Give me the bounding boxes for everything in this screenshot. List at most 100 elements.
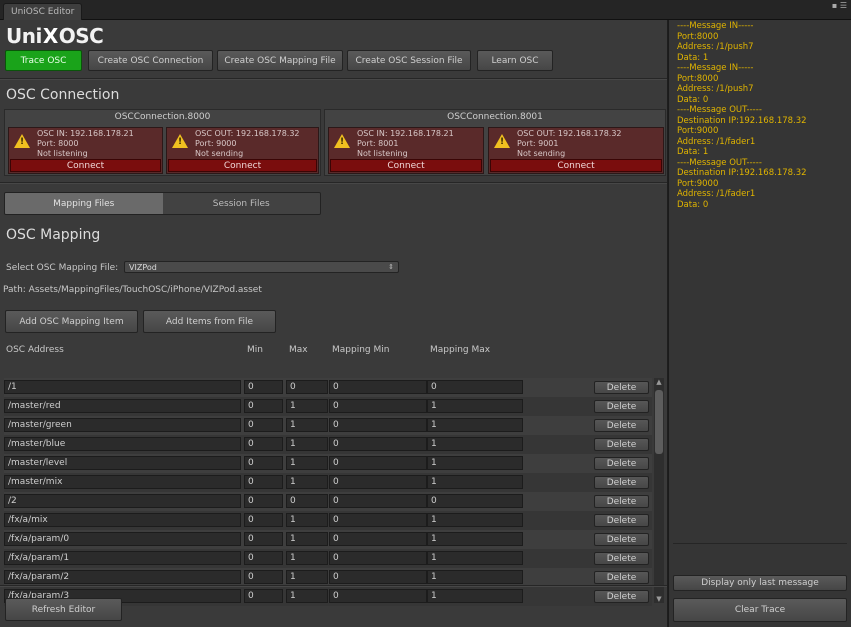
osc-address-field[interactable]: /master/mix bbox=[4, 475, 241, 489]
delete-button[interactable]: Delete bbox=[594, 438, 649, 451]
trace-osc-button[interactable]: Trace OSC bbox=[5, 50, 82, 71]
osc-address-field[interactable]: /2 bbox=[4, 494, 241, 508]
scrollbar-thumb[interactable] bbox=[655, 390, 663, 454]
mapping-min-field[interactable]: 0 bbox=[329, 475, 427, 489]
delete-button[interactable]: Delete bbox=[594, 552, 649, 565]
delete-button[interactable]: Delete bbox=[594, 514, 649, 527]
min-field[interactable]: 0 bbox=[244, 570, 283, 584]
window-menu-icon[interactable]: ▪ ☰ bbox=[832, 2, 847, 10]
table-scrollbar[interactable]: ▲ ▼ bbox=[654, 378, 664, 603]
window-tab[interactable]: UniOSC Editor bbox=[3, 3, 83, 20]
max-field[interactable]: 1 bbox=[286, 570, 328, 584]
osc-address-field[interactable]: /fx/a/param/1 bbox=[4, 551, 241, 565]
mapping-max-field[interactable]: 1 bbox=[427, 513, 523, 527]
min-field[interactable]: 0 bbox=[244, 456, 283, 470]
mapping-max-field[interactable]: 1 bbox=[427, 570, 523, 584]
min-field[interactable]: 0 bbox=[244, 532, 283, 546]
max-field[interactable]: 1 bbox=[286, 456, 328, 470]
mapping-min-field[interactable]: 0 bbox=[329, 494, 427, 508]
connect-button[interactable]: Connect bbox=[330, 159, 482, 172]
display-last-message-button[interactable]: Display only last message bbox=[673, 575, 847, 591]
delete-button[interactable]: Delete bbox=[594, 495, 649, 508]
mapping-min-field[interactable]: 0 bbox=[329, 456, 427, 470]
mapping-max-field[interactable]: 1 bbox=[427, 475, 523, 489]
osc-address-field[interactable]: /master/green bbox=[4, 418, 241, 432]
create-session-file-button[interactable]: Create OSC Session File bbox=[347, 50, 471, 71]
max-field[interactable]: 1 bbox=[286, 513, 328, 527]
table-row: /fx/a/param/1 0 1 0 1 Delete bbox=[4, 549, 652, 568]
learn-osc-button[interactable]: Learn OSC bbox=[477, 50, 553, 71]
connect-button[interactable]: Connect bbox=[490, 159, 662, 172]
create-mapping-file-button[interactable]: Create OSC Mapping File bbox=[217, 50, 343, 71]
scroll-down-icon[interactable]: ▼ bbox=[655, 595, 663, 603]
mapping-min-field[interactable]: 0 bbox=[329, 513, 427, 527]
mapping-file-dropdown[interactable]: VIZPod ⇕ bbox=[124, 261, 399, 273]
min-field[interactable]: 0 bbox=[244, 380, 283, 394]
table-row: /master/green 0 1 0 1 Delete bbox=[4, 416, 652, 435]
tab-session-files[interactable]: Session Files bbox=[162, 193, 320, 214]
min-field[interactable]: 0 bbox=[244, 513, 283, 527]
delete-button[interactable]: Delete bbox=[594, 381, 649, 394]
delete-button[interactable]: Delete bbox=[594, 476, 649, 489]
add-items-from-file-button[interactable]: Add Items from File bbox=[143, 310, 276, 333]
osc-address-field[interactable]: /fx/a/param/0 bbox=[4, 532, 241, 546]
mapping-max-field[interactable]: 1 bbox=[427, 589, 523, 603]
max-field[interactable]: 1 bbox=[286, 475, 328, 489]
mapping-max-field[interactable]: 1 bbox=[427, 456, 523, 470]
min-field[interactable]: 0 bbox=[244, 399, 283, 413]
min-field[interactable]: 0 bbox=[244, 437, 283, 451]
mapping-max-field[interactable]: 1 bbox=[427, 532, 523, 546]
max-field[interactable]: 1 bbox=[286, 589, 328, 603]
mapping-min-field[interactable]: 0 bbox=[329, 418, 427, 432]
mapping-min-field[interactable]: 0 bbox=[329, 437, 427, 451]
max-field[interactable]: 1 bbox=[286, 418, 328, 432]
mapping-max-field[interactable]: 0 bbox=[427, 494, 523, 508]
connect-button[interactable]: Connect bbox=[168, 159, 317, 172]
mapping-min-field[interactable]: 0 bbox=[329, 551, 427, 565]
osc-address-field[interactable]: /master/blue bbox=[4, 437, 241, 451]
mapping-max-field[interactable]: 0 bbox=[427, 380, 523, 394]
mapping-max-field[interactable]: 1 bbox=[427, 551, 523, 565]
osc-address-field[interactable]: /1 bbox=[4, 380, 241, 394]
max-field[interactable]: 0 bbox=[286, 380, 328, 394]
mapping-min-field[interactable]: 0 bbox=[329, 532, 427, 546]
trace-line: Address: /1/fader1 bbox=[677, 136, 756, 147]
osc-address-field[interactable]: /fx/a/mix bbox=[4, 513, 241, 527]
clear-trace-button[interactable]: Clear Trace bbox=[673, 598, 847, 622]
mapping-max-field[interactable]: 1 bbox=[427, 437, 523, 451]
delete-button[interactable]: Delete bbox=[594, 457, 649, 470]
tab-mapping-files[interactable]: Mapping Files bbox=[5, 193, 163, 214]
min-field[interactable]: 0 bbox=[244, 418, 283, 432]
scroll-up-icon[interactable]: ▲ bbox=[655, 378, 663, 386]
create-connection-button[interactable]: Create OSC Connection bbox=[88, 50, 213, 71]
delete-button[interactable]: Delete bbox=[594, 533, 649, 546]
osc-address-field[interactable]: /master/level bbox=[4, 456, 241, 470]
connection-section-title: OSC Connection bbox=[6, 87, 120, 103]
max-field[interactable]: 1 bbox=[286, 532, 328, 546]
min-field[interactable]: 0 bbox=[244, 551, 283, 565]
mapping-min-field[interactable]: 0 bbox=[329, 570, 427, 584]
delete-button[interactable]: Delete bbox=[594, 400, 649, 413]
delete-button[interactable]: Delete bbox=[594, 419, 649, 432]
max-field[interactable]: 1 bbox=[286, 437, 328, 451]
max-field[interactable]: 1 bbox=[286, 551, 328, 565]
table-row: /master/blue 0 1 0 1 Delete bbox=[4, 435, 652, 454]
osc-address-field[interactable]: /fx/a/param/2 bbox=[4, 570, 241, 584]
refresh-editor-button[interactable]: Refresh Editor bbox=[5, 598, 122, 621]
min-field[interactable]: 0 bbox=[244, 589, 283, 603]
connect-button[interactable]: Connect bbox=[10, 159, 161, 172]
mapping-min-field[interactable]: 0 bbox=[329, 380, 427, 394]
add-mapping-item-button[interactable]: Add OSC Mapping Item bbox=[5, 310, 138, 333]
min-field[interactable]: 0 bbox=[244, 494, 283, 508]
delete-button[interactable]: Delete bbox=[594, 590, 649, 603]
mapping-max-field[interactable]: 1 bbox=[427, 399, 523, 413]
max-field[interactable]: 0 bbox=[286, 494, 328, 508]
mapping-min-field[interactable]: 0 bbox=[329, 589, 427, 603]
delete-button[interactable]: Delete bbox=[594, 571, 649, 584]
osc-address-field[interactable]: /master/red bbox=[4, 399, 241, 413]
max-field[interactable]: 1 bbox=[286, 399, 328, 413]
mapping-min-field[interactable]: 0 bbox=[329, 399, 427, 413]
divider bbox=[0, 585, 667, 587]
min-field[interactable]: 0 bbox=[244, 475, 283, 489]
mapping-max-field[interactable]: 1 bbox=[427, 418, 523, 432]
